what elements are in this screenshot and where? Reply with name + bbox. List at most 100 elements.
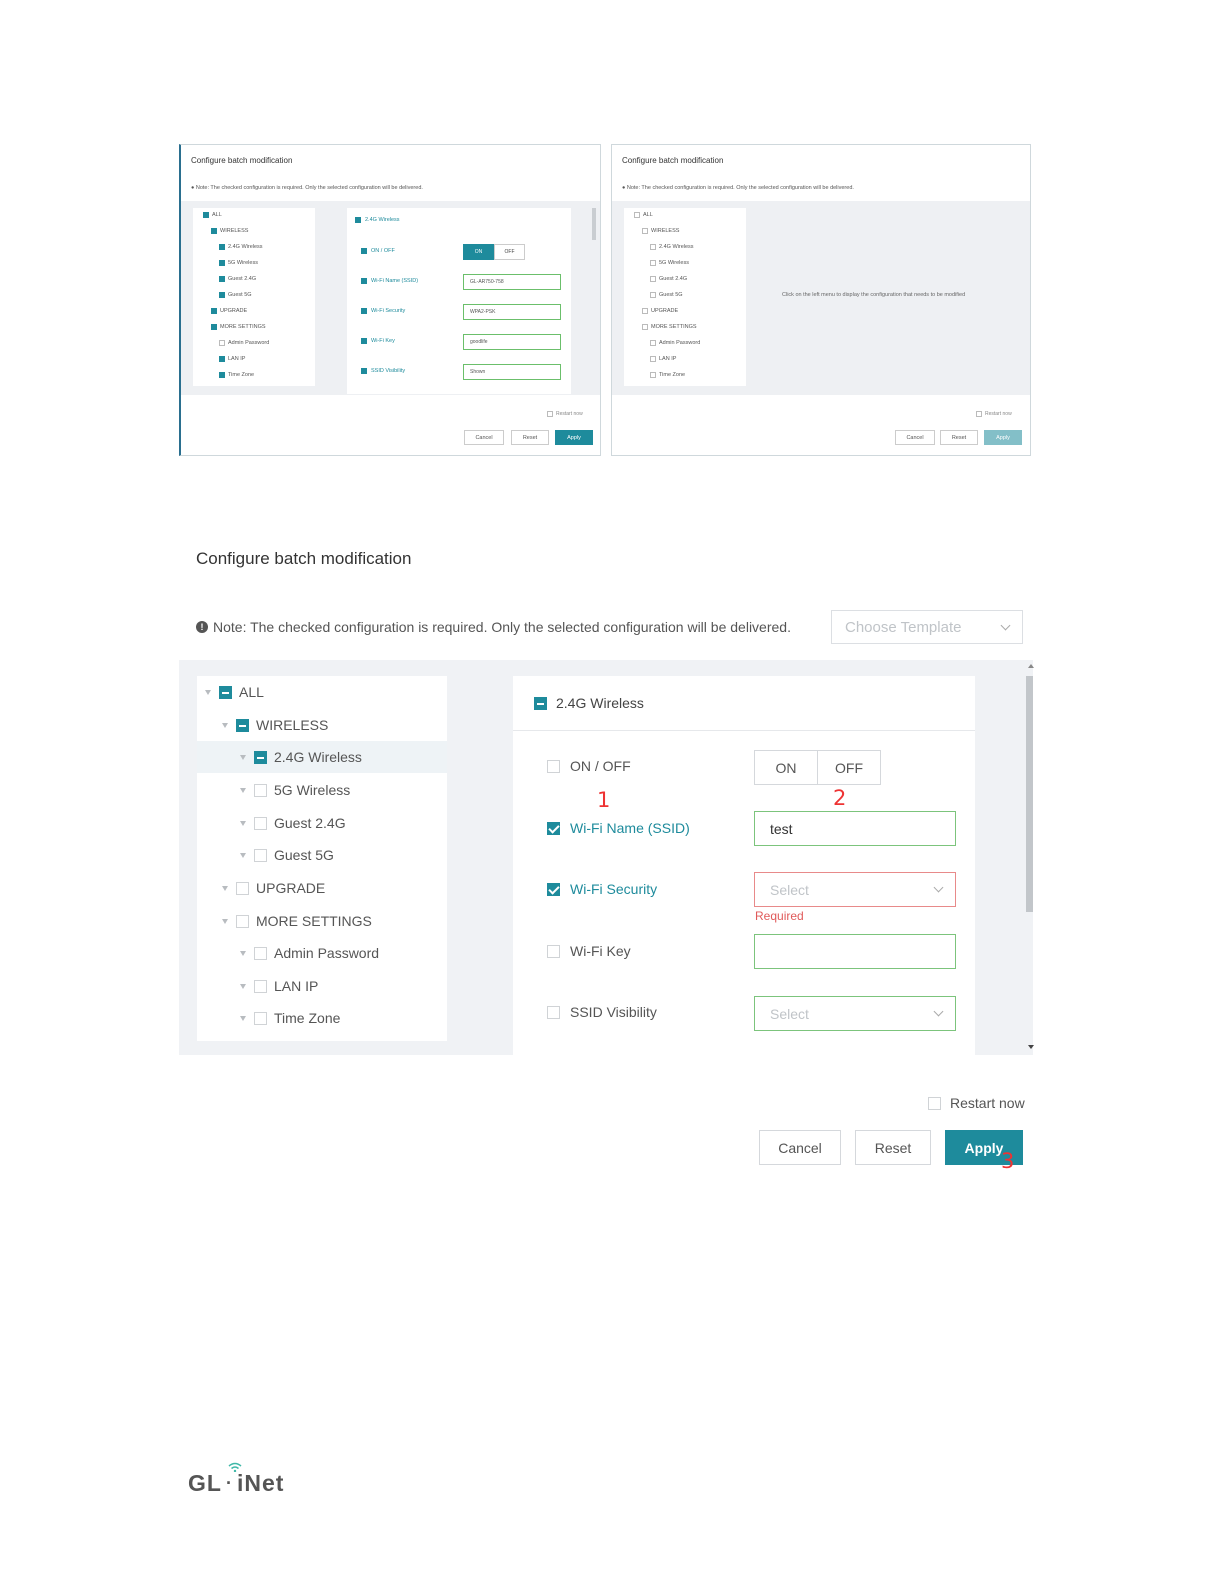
mini-tree-item[interactable]: Time Zone [219, 372, 254, 378]
mini-scrollbar[interactable] [592, 208, 596, 240]
checkbox[interactable] [254, 979, 267, 993]
annotation-2: 2 [833, 786, 847, 810]
tree-item-guest-5g[interactable]: Guest 5G [197, 839, 447, 871]
mini-tree-item[interactable]: UPGRADE [642, 308, 678, 314]
security-select[interactable]: Select [754, 872, 956, 907]
checkbox[interactable] [236, 914, 249, 928]
caret-down-icon[interactable] [222, 722, 228, 728]
tree-item-guest-2g[interactable]: Guest 2.4G [197, 807, 447, 839]
mini-security-select[interactable]: WPA2-PSK [463, 304, 561, 320]
mini-visibility-select[interactable]: Shown [463, 364, 561, 380]
mini-tree-item[interactable]: 5G Wireless [650, 260, 689, 266]
cancel-button[interactable]: Cancel [759, 1130, 841, 1165]
mini-tree-item[interactable]: WIRELESS [211, 228, 248, 234]
mini-tree-item[interactable]: ALL [203, 212, 222, 218]
info-icon: ! [196, 621, 208, 633]
on-button[interactable]: ON [755, 751, 817, 784]
checkbox[interactable] [928, 1096, 941, 1110]
mini-restart-checkbox[interactable]: Restart now [547, 411, 583, 417]
mini-reset-button[interactable]: Reset [940, 430, 978, 445]
tree-item-2g-wireless[interactable]: 2.4G Wireless [197, 741, 447, 773]
scroll-up-arrow[interactable] [1028, 664, 1034, 668]
tree-item-5g-wireless[interactable]: 5G Wireless [197, 774, 447, 806]
dialog-title: Configure batch modification [196, 549, 412, 568]
key-input[interactable] [754, 934, 956, 969]
caret-down-icon[interactable] [240, 950, 246, 956]
caret-down-icon[interactable] [222, 885, 228, 891]
mini-note: ● Note: The checked configuration is req… [191, 185, 423, 191]
choose-template-select[interactable]: Choose Template [831, 610, 1023, 644]
mini-restart-checkbox[interactable]: Restart now [976, 411, 1012, 417]
onoff-toggle[interactable]: ON OFF [754, 750, 881, 785]
visibility-row: SSID Visibility [547, 1004, 657, 1020]
checkbox[interactable] [254, 1011, 267, 1025]
ssid-input[interactable]: test [754, 811, 956, 846]
mini-panel-title: 2.4G Wireless [355, 217, 400, 223]
tree-item-wireless[interactable]: WIRELESS [197, 709, 447, 741]
mini-tree-item[interactable]: WIRELESS [642, 228, 679, 234]
mini-tree-item[interactable]: Time Zone [650, 372, 685, 378]
mini-dialog-title: Configure batch modification [191, 156, 293, 165]
scrollbar-thumb[interactable] [1026, 676, 1033, 912]
caret-down-icon[interactable] [240, 1015, 246, 1021]
mini-ssid-input[interactable]: GL-AR750-758 [463, 274, 561, 290]
mini-tree-item[interactable]: Guest 2.4G [219, 276, 256, 282]
mini-tree-item[interactable]: UPGRADE [211, 308, 247, 314]
caret-down-icon[interactable] [240, 787, 246, 793]
checkbox[interactable] [236, 718, 249, 732]
mini-tree-item[interactable]: MORE SETTINGS [642, 324, 697, 330]
checkbox[interactable] [547, 1005, 560, 1019]
mini-tree-item[interactable]: LAN IP [219, 356, 245, 362]
tree-item-all[interactable]: ALL [197, 676, 447, 708]
mini-apply-button[interactable]: Apply [984, 430, 1022, 445]
mini-key-input[interactable]: goodlife [463, 334, 561, 350]
mini-onoff-toggle[interactable]: ON OFF [463, 244, 525, 260]
checkbox[interactable] [254, 848, 267, 862]
mini-reset-button[interactable]: Reset [511, 430, 549, 445]
mini-field-label: Wi-Fi Security [361, 308, 405, 314]
mini-field-label: ON / OFF [361, 248, 395, 254]
mini-tree-item[interactable]: ALL [634, 212, 653, 218]
caret-down-icon[interactable] [240, 820, 246, 826]
mini-tree-item[interactable]: Guest 5G [650, 292, 683, 298]
caret-down-icon[interactable] [205, 689, 211, 695]
tree-item-lan-ip[interactable]: LAN IP [197, 970, 447, 1002]
checkbox[interactable] [547, 759, 560, 773]
checkbox[interactable] [254, 946, 267, 960]
caret-down-icon[interactable] [240, 852, 246, 858]
tree-item-more-settings[interactable]: MORE SETTINGS [197, 905, 447, 937]
restart-now-checkbox[interactable]: Restart now [928, 1095, 1025, 1111]
checkbox[interactable] [254, 783, 267, 797]
checkbox[interactable] [254, 750, 267, 764]
caret-down-icon[interactable] [240, 983, 246, 989]
checkbox[interactable] [254, 816, 267, 830]
tree-item-time-zone[interactable]: Time Zone [197, 1002, 447, 1034]
mini-tree-item[interactable]: Admin Password [650, 340, 700, 346]
caret-down-icon[interactable] [222, 918, 228, 924]
caret-down-icon[interactable] [240, 754, 246, 760]
tree-item-upgrade[interactable]: UPGRADE [197, 872, 447, 904]
visibility-select[interactable]: Select [754, 996, 956, 1031]
reset-button[interactable]: Reset [855, 1130, 931, 1165]
mini-tree-item[interactable]: 2.4G Wireless [219, 244, 263, 250]
tree-item-admin-password[interactable]: Admin Password [197, 937, 447, 969]
mini-tree-item[interactable]: Guest 2.4G [650, 276, 687, 282]
checkbox[interactable] [547, 882, 560, 896]
mini-tree-item[interactable]: Guest 5G [219, 292, 252, 298]
checkbox[interactable] [236, 881, 249, 895]
mini-tree-item[interactable]: Admin Password [219, 340, 269, 346]
checkbox[interactable] [219, 685, 232, 699]
mini-tree-item[interactable]: 2.4G Wireless [650, 244, 694, 250]
mini-tree-item[interactable]: LAN IP [650, 356, 676, 362]
checkbox[interactable] [547, 821, 560, 835]
scroll-down-arrow[interactable] [1028, 1045, 1034, 1049]
mini-apply-button[interactable]: Apply [555, 430, 593, 445]
mini-tree-item[interactable]: MORE SETTINGS [211, 324, 266, 330]
ssid-row: Wi-Fi Name (SSID) [547, 820, 690, 836]
off-button[interactable]: OFF [817, 751, 880, 784]
mini-cancel-button[interactable]: Cancel [464, 430, 504, 445]
checkbox[interactable] [534, 696, 547, 710]
mini-tree-item[interactable]: 5G Wireless [219, 260, 258, 266]
checkbox[interactable] [547, 944, 560, 958]
mini-cancel-button[interactable]: Cancel [895, 430, 935, 445]
